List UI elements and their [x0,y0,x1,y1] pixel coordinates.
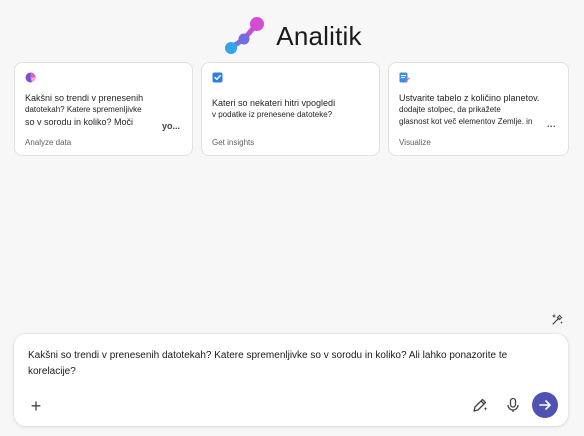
microphone-icon [507,397,519,412]
suggestion-cards: Kakšni so trendi v prenesenih datotekah?… [14,62,570,158]
suggestion-card-analyze-data[interactable]: Kakšni so trendi v prenesenih datotekah?… [14,62,193,156]
add-attachment-button[interactable]: + [26,396,46,416]
arrow-right-icon [539,400,551,410]
suggestion-card-get-insights[interactable]: Kateri so nekateri hitri vpogledi v poda… [201,62,380,156]
suggestion-category: Get insights [212,138,255,147]
suggestion-category: Analyze data [25,138,72,147]
pen-sparkle-icon [473,398,488,412]
message-input[interactable]: Kakšni so trendi v prenesenih datotekah?… [28,348,528,380]
suggestion-card-visualize[interactable]: Ustvarite tabelo z količino planetov. do… [388,62,569,156]
checkbox-icon [212,72,223,83]
suggestion-text: Ustvarite tabelo z količino planetov. do… [399,93,540,126]
app-title: Analitik [276,20,362,51]
suggestion-category: Visualize [399,138,431,147]
edit-document-icon [399,72,410,83]
suggestion-text: Kakšni so trendi v prenesenih datotekah?… [25,93,144,127]
send-button[interactable] [532,392,558,418]
prompt-guide-button[interactable] [471,396,489,414]
suggestion-truncation: yo... [161,121,180,131]
analyst-molecule-icon [222,15,268,57]
microphone-button[interactable] [504,396,522,414]
prompt-sparkle-icon[interactable] [550,312,564,326]
header: Analitik [0,14,584,58]
message-composer: Kakšni so trendi v prenesenih datotekah?… [14,334,568,426]
suggestion-text: Kateri so nekateri hitri vpogledi v poda… [212,98,336,119]
plus-icon: + [30,395,42,416]
more-options-icon[interactable]: ... [547,119,556,129]
chart-pie-icon [25,72,36,83]
